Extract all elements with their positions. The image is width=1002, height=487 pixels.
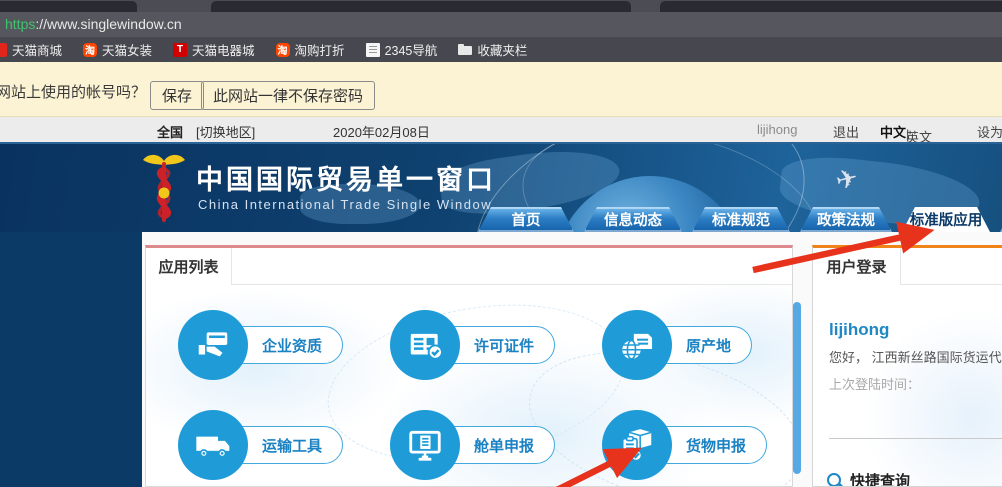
never-save-password-button[interactable]: 此网站一律不保存密码 <box>201 81 375 110</box>
language-switch[interactable]: 中文|英文 <box>880 122 906 141</box>
date-label: 2020年02月08日 <box>333 122 430 141</box>
bookmark-favorites-folder[interactable]: 收藏夹栏 <box>458 40 527 59</box>
switch-region-link[interactable]: [切换地区] <box>196 122 255 141</box>
nav-tab-standards[interactable]: 标准规范 <box>692 207 790 232</box>
logout-link[interactable]: 退出 <box>833 122 859 141</box>
password-prompt: 网站上使用的帐号吗？ <box>0 81 146 102</box>
application-list-panel: 应用列表 企业资质 <box>145 245 793 487</box>
greeting-text: 您好， 江西新丝路国际货运代 <box>829 347 1002 366</box>
site-subtitle: China International Trade Single Window <box>198 197 492 212</box>
address-bar[interactable]: https://www.singlewindow.cn <box>0 12 1002 37</box>
left-navy-background <box>0 232 142 487</box>
bookmark-label: 淘购打折 <box>295 40 345 59</box>
bookmark-label: 天猫女装 <box>102 40 152 59</box>
tab-application-list[interactable]: 应用列表 <box>146 248 232 285</box>
nav-tab-news[interactable]: 信息动态 <box>584 207 682 232</box>
logged-in-username[interactable]: lijihong <box>829 320 889 340</box>
bookmark-label: 收藏夹栏 <box>477 40 527 59</box>
last-login-label: 上次登陆时间： <box>829 374 920 393</box>
divider <box>829 438 1002 439</box>
panel-header: 应用列表 <box>146 248 792 285</box>
bookmark-label: 2345导航 <box>385 40 438 59</box>
browser-tab[interactable] <box>660 1 1002 12</box>
nav-tab-home[interactable]: 首页 <box>478 207 574 232</box>
page-content: 应用列表 企业资质 <box>0 232 1002 487</box>
site-top-bar: 全国 [切换地区] 2020年02月08日 lijihong 退出 中文|英文 … <box>0 117 1002 142</box>
main-navigation: 首页 信息动态 标准规范 政策法规 标准版应用 金融服务 <box>478 207 1002 232</box>
site-title: 中国国际贸易单一窗口 <box>196 158 496 197</box>
bookmarks-bar: 天猫商城 淘 天猫女装 T 天猫电器城 淘 淘购打折 2345导航 收藏夹栏 <box>0 37 1002 62</box>
cargo-declaration-icon <box>602 410 672 480</box>
site-header: ✈ 中国国际贸易单一窗口 China International Trade S… <box>0 142 1002 232</box>
app-item-manifest-declaration[interactable]: 舱单申报 <box>390 406 602 484</box>
bookmark-label: 天猫商城 <box>12 40 62 59</box>
bookmark-tmall-women[interactable]: 淘 天猫女装 <box>83 40 152 59</box>
bookmark-2345-nav[interactable]: 2345导航 <box>366 40 438 59</box>
taobao-icon: 淘 <box>83 43 97 57</box>
app-item-cargo-declaration[interactable]: 货物申报 <box>602 406 793 484</box>
license-certificate-icon <box>390 310 460 380</box>
application-grid: 企业资质 许可证件 <box>178 306 793 484</box>
browser-tab[interactable] <box>0 1 137 12</box>
nav-tab-standard-apps[interactable]: 标准版应用 <box>902 207 990 232</box>
single-window-logo <box>140 153 188 227</box>
url-text: ://www.singlewindow.cn <box>35 16 181 32</box>
region-label: 全国 <box>157 122 183 141</box>
bookmark-tmall-mall[interactable]: 天猫商城 <box>0 40 62 59</box>
transport-vehicle-icon <box>178 410 248 480</box>
search-icon <box>827 473 843 487</box>
page-icon <box>366 43 380 57</box>
browser-tab[interactable] <box>211 1 631 12</box>
tmall-icon <box>0 43 7 57</box>
app-item-transport-vehicle[interactable]: 运输工具 <box>178 406 390 484</box>
save-password-button[interactable]: 保存 <box>150 81 204 110</box>
topbar-username: lijihong <box>757 122 797 137</box>
set-homepage-link[interactable]: 设为首页 <box>977 122 1002 141</box>
tab-user-login[interactable]: 用户登录 <box>813 248 901 285</box>
scrollbar-thumb[interactable] <box>793 302 801 474</box>
app-item-license-certificate[interactable]: 许可证件 <box>390 306 602 384</box>
folder-icon <box>458 43 472 57</box>
bookmark-tmall-electronics[interactable]: T 天猫电器城 <box>173 40 255 59</box>
t-letter-icon: T <box>173 43 187 57</box>
taobao-icon: 淘 <box>276 43 290 57</box>
nav-tab-policies[interactable]: 政策法规 <box>800 207 892 232</box>
panel-header: 用户登录 <box>813 248 1002 285</box>
bookmark-label: 天猫电器城 <box>192 40 255 59</box>
password-save-bar: 网站上使用的帐号吗？ 保存 此网站一律不保存密码 <box>0 62 1002 117</box>
browser-tab-strip <box>0 0 1002 12</box>
quick-query-link[interactable]: 快捷查询 <box>827 470 910 487</box>
origin-icon <box>602 310 672 380</box>
quick-query-label: 快捷查询 <box>850 470 910 487</box>
app-item-enterprise-qualification[interactable]: 企业资质 <box>178 306 390 384</box>
url-scheme: https <box>5 16 35 32</box>
app-item-origin[interactable]: 原产地 <box>602 306 793 384</box>
manifest-declaration-icon <box>390 410 460 480</box>
user-login-panel: 用户登录 lijihong 您好， 江西新丝路国际货运代 上次登陆时间： 快捷查… <box>812 245 1002 487</box>
bookmark-taobao-discount[interactable]: 淘 淘购打折 <box>276 40 345 59</box>
lang-zh[interactable]: 中文 <box>880 125 906 140</box>
enterprise-qualification-icon <box>178 310 248 380</box>
